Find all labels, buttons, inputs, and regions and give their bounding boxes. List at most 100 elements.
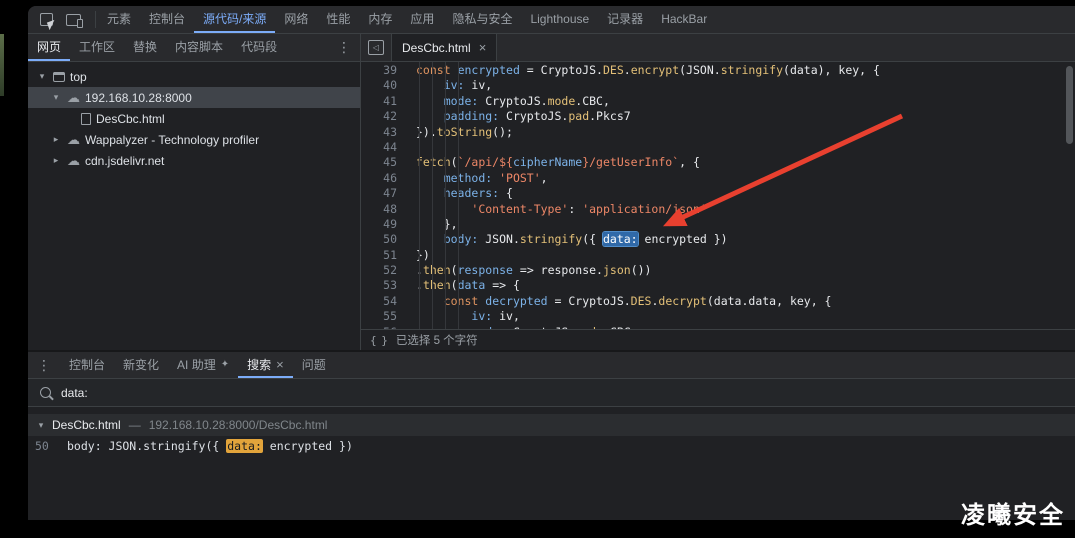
line-number[interactable]: 43 [361, 125, 401, 140]
code-editor[interactable]: 39 const encrypted = CryptoJS.DES.encrypt… [361, 62, 1075, 329]
line-number[interactable]: 41 [361, 94, 401, 109]
watermark: 凌曦安全 [961, 495, 1065, 530]
device-toolbar-icon[interactable] [66, 14, 81, 26]
code-text: method: 'POST', [416, 171, 548, 186]
panel-tab-记录器[interactable]: 记录器 [598, 6, 652, 33]
drawer-tab-问题[interactable]: 问题 [293, 352, 335, 378]
code-line-56: 56 mode: CryptoJS.mode.CBC [361, 325, 1075, 329]
toggle-navigator-button[interactable]: ◁ [361, 34, 391, 61]
chevron-down-icon[interactable]: ▾ [50, 92, 62, 103]
tree-item-label: DesCbc.html [96, 112, 165, 126]
panel-tab-Lighthouse[interactable]: Lighthouse [521, 6, 598, 33]
panel-tab-控制台[interactable]: 控制台 [140, 6, 194, 33]
line-number[interactable]: 51 [361, 248, 401, 263]
screenshot-stage: 元素控制台源代码/来源网络性能内存应用隐私与安全Lighthouse记录器Hac… [0, 0, 1075, 538]
panel-tab-元素[interactable]: 元素 [98, 6, 140, 33]
more-tabs-icon[interactable]: ⋮ [328, 39, 360, 56]
code-text: .then(response => response.json()) [416, 263, 651, 278]
fold-gutter [401, 294, 416, 309]
pretty-print-icon[interactable]: { } [370, 334, 387, 347]
code-line-43: 43}).toString(); [361, 125, 1075, 140]
line-number[interactable]: 50 [361, 232, 401, 247]
panel-tab-HackBar[interactable]: HackBar [652, 6, 716, 33]
navigator-tab-替换[interactable]: 替换 [124, 34, 166, 61]
sources-panel: 网页工作区替换内容脚本代码段 ⋮ ▾ top ▾☁192.168.10.28:800… [28, 34, 1075, 350]
navigator-tab-代码段[interactable]: 代码段 [232, 34, 286, 61]
tree-item-Wappalyzer - Technology profiler[interactable]: ▸☁Wappalyzer - Technology profiler [28, 129, 360, 150]
editor-scrollbar[interactable] [1066, 66, 1073, 144]
close-icon[interactable]: × [479, 40, 487, 55]
fold-gutter [401, 125, 416, 140]
devtools-window: 元素控制台源代码/来源网络性能内存应用隐私与安全Lighthouse记录器Hac… [28, 6, 1075, 520]
line-number[interactable]: 47 [361, 186, 401, 201]
search-results: ▾ DesCbc.html — 192.168.10.28:8000/DesCb… [28, 407, 1075, 520]
line-number[interactable]: 42 [361, 109, 401, 124]
fold-gutter [401, 232, 416, 247]
panel-tab-应用[interactable]: 应用 [401, 6, 443, 33]
drawer-menu-icon[interactable]: ⋮ [28, 357, 60, 374]
tree-item-top[interactable]: ▾ top [28, 66, 360, 87]
search-result-file[interactable]: ▾ DesCbc.html — 192.168.10.28:8000/DesCb… [28, 414, 1075, 436]
search-result-match[interactable]: 50 body: JSON.stringify({ data: encrypte… [28, 436, 1075, 456]
indent-guide [445, 62, 446, 329]
line-number[interactable]: 55 [361, 309, 401, 324]
line-number[interactable]: 56 [361, 325, 401, 329]
line-number[interactable]: 45 [361, 155, 401, 170]
drawer-tab-新变化[interactable]: 新变化 [114, 352, 168, 378]
drawer-tab-strip: ⋮ 控制台新变化AI 助理✦ 搜索 × 问题 [28, 352, 1075, 379]
line-number[interactable]: 39 [361, 63, 401, 78]
drawer-tab-label: 搜索 [247, 356, 271, 373]
panel-tab-隐私与安全[interactable]: 隐私与安全 [443, 6, 521, 33]
line-number[interactable]: 46 [361, 171, 401, 186]
line-number[interactable]: 54 [361, 294, 401, 309]
drawer-tab-label: AI 助理 [177, 356, 216, 373]
tree-item-DesCbc.html[interactable]: DesCbc.html [28, 108, 360, 129]
background-page-sliver [0, 34, 4, 96]
line-number[interactable]: 40 [361, 78, 401, 93]
code-text: }, [416, 217, 458, 232]
fold-gutter [401, 109, 416, 124]
drawer-tab-label: 问题 [302, 356, 326, 373]
drawer-tab-搜索[interactable]: 搜索 × [238, 352, 293, 378]
result-file-name: DesCbc.html [52, 418, 121, 432]
chevron-down-icon[interactable]: ▾ [36, 71, 48, 82]
navigator-tabs: 网页工作区替换内容脚本代码段 ⋮ [28, 34, 360, 62]
code-line-46: 46 method: 'POST', [361, 171, 1075, 186]
tree-item-label: 192.168.10.28:8000 [85, 91, 192, 105]
fold-gutter [401, 202, 416, 217]
code-text: const encrypted = CryptoJS.DES.encrypt(J… [416, 63, 880, 78]
line-number[interactable]: 44 [361, 140, 401, 155]
drawer-tab-控制台[interactable]: 控制台 [60, 352, 114, 378]
close-icon[interactable]: × [276, 357, 284, 372]
drawer-tab-label: 控制台 [69, 356, 105, 373]
code-text: iv: iv, [416, 78, 492, 93]
tree-item-cdn.jsdelivr.net[interactable]: ▸☁cdn.jsdelivr.net [28, 150, 360, 171]
chevron-right-icon[interactable]: ▸ [50, 134, 62, 145]
chevron-right-icon[interactable]: ▸ [50, 155, 62, 166]
code-text: body: JSON.stringify({ data: encrypted }… [416, 232, 728, 247]
navigator-tab-网页[interactable]: 网页 [28, 34, 70, 61]
fold-gutter [401, 94, 416, 109]
panel-tab-内存[interactable]: 内存 [359, 6, 401, 33]
code-line-48: 48 'Content-Type': 'application/json' [361, 202, 1075, 217]
editor-tab-descbc[interactable]: DesCbc.html × [391, 34, 497, 61]
search-input[interactable]: data: [61, 386, 88, 400]
tree-item-label: top [70, 70, 87, 84]
inspect-element-icon[interactable] [40, 13, 53, 26]
tree-item-192.168.10.28:8000[interactable]: ▾☁192.168.10.28:8000 [28, 87, 360, 108]
drawer-tab-AI 助理[interactable]: AI 助理✦ [168, 352, 238, 378]
line-number[interactable]: 53 [361, 278, 401, 293]
line-number[interactable]: 48 [361, 202, 401, 217]
fold-gutter [401, 248, 416, 263]
panel-tab-性能[interactable]: 性能 [317, 6, 359, 33]
code-line-53: 53.then(data => { [361, 278, 1075, 293]
navigator-tab-工作区[interactable]: 工作区 [70, 34, 124, 61]
code-line-55: 55 iv: iv, [361, 309, 1075, 324]
navigator-tab-内容脚本[interactable]: 内容脚本 [166, 34, 232, 61]
line-number[interactable]: 52 [361, 263, 401, 278]
line-number[interactable]: 49 [361, 217, 401, 232]
doc-icon [81, 113, 91, 125]
panel-tab-源代码/来源[interactable]: 源代码/来源 [194, 6, 275, 33]
panel-tab-网络[interactable]: 网络 [275, 6, 317, 33]
fold-gutter [401, 140, 416, 155]
